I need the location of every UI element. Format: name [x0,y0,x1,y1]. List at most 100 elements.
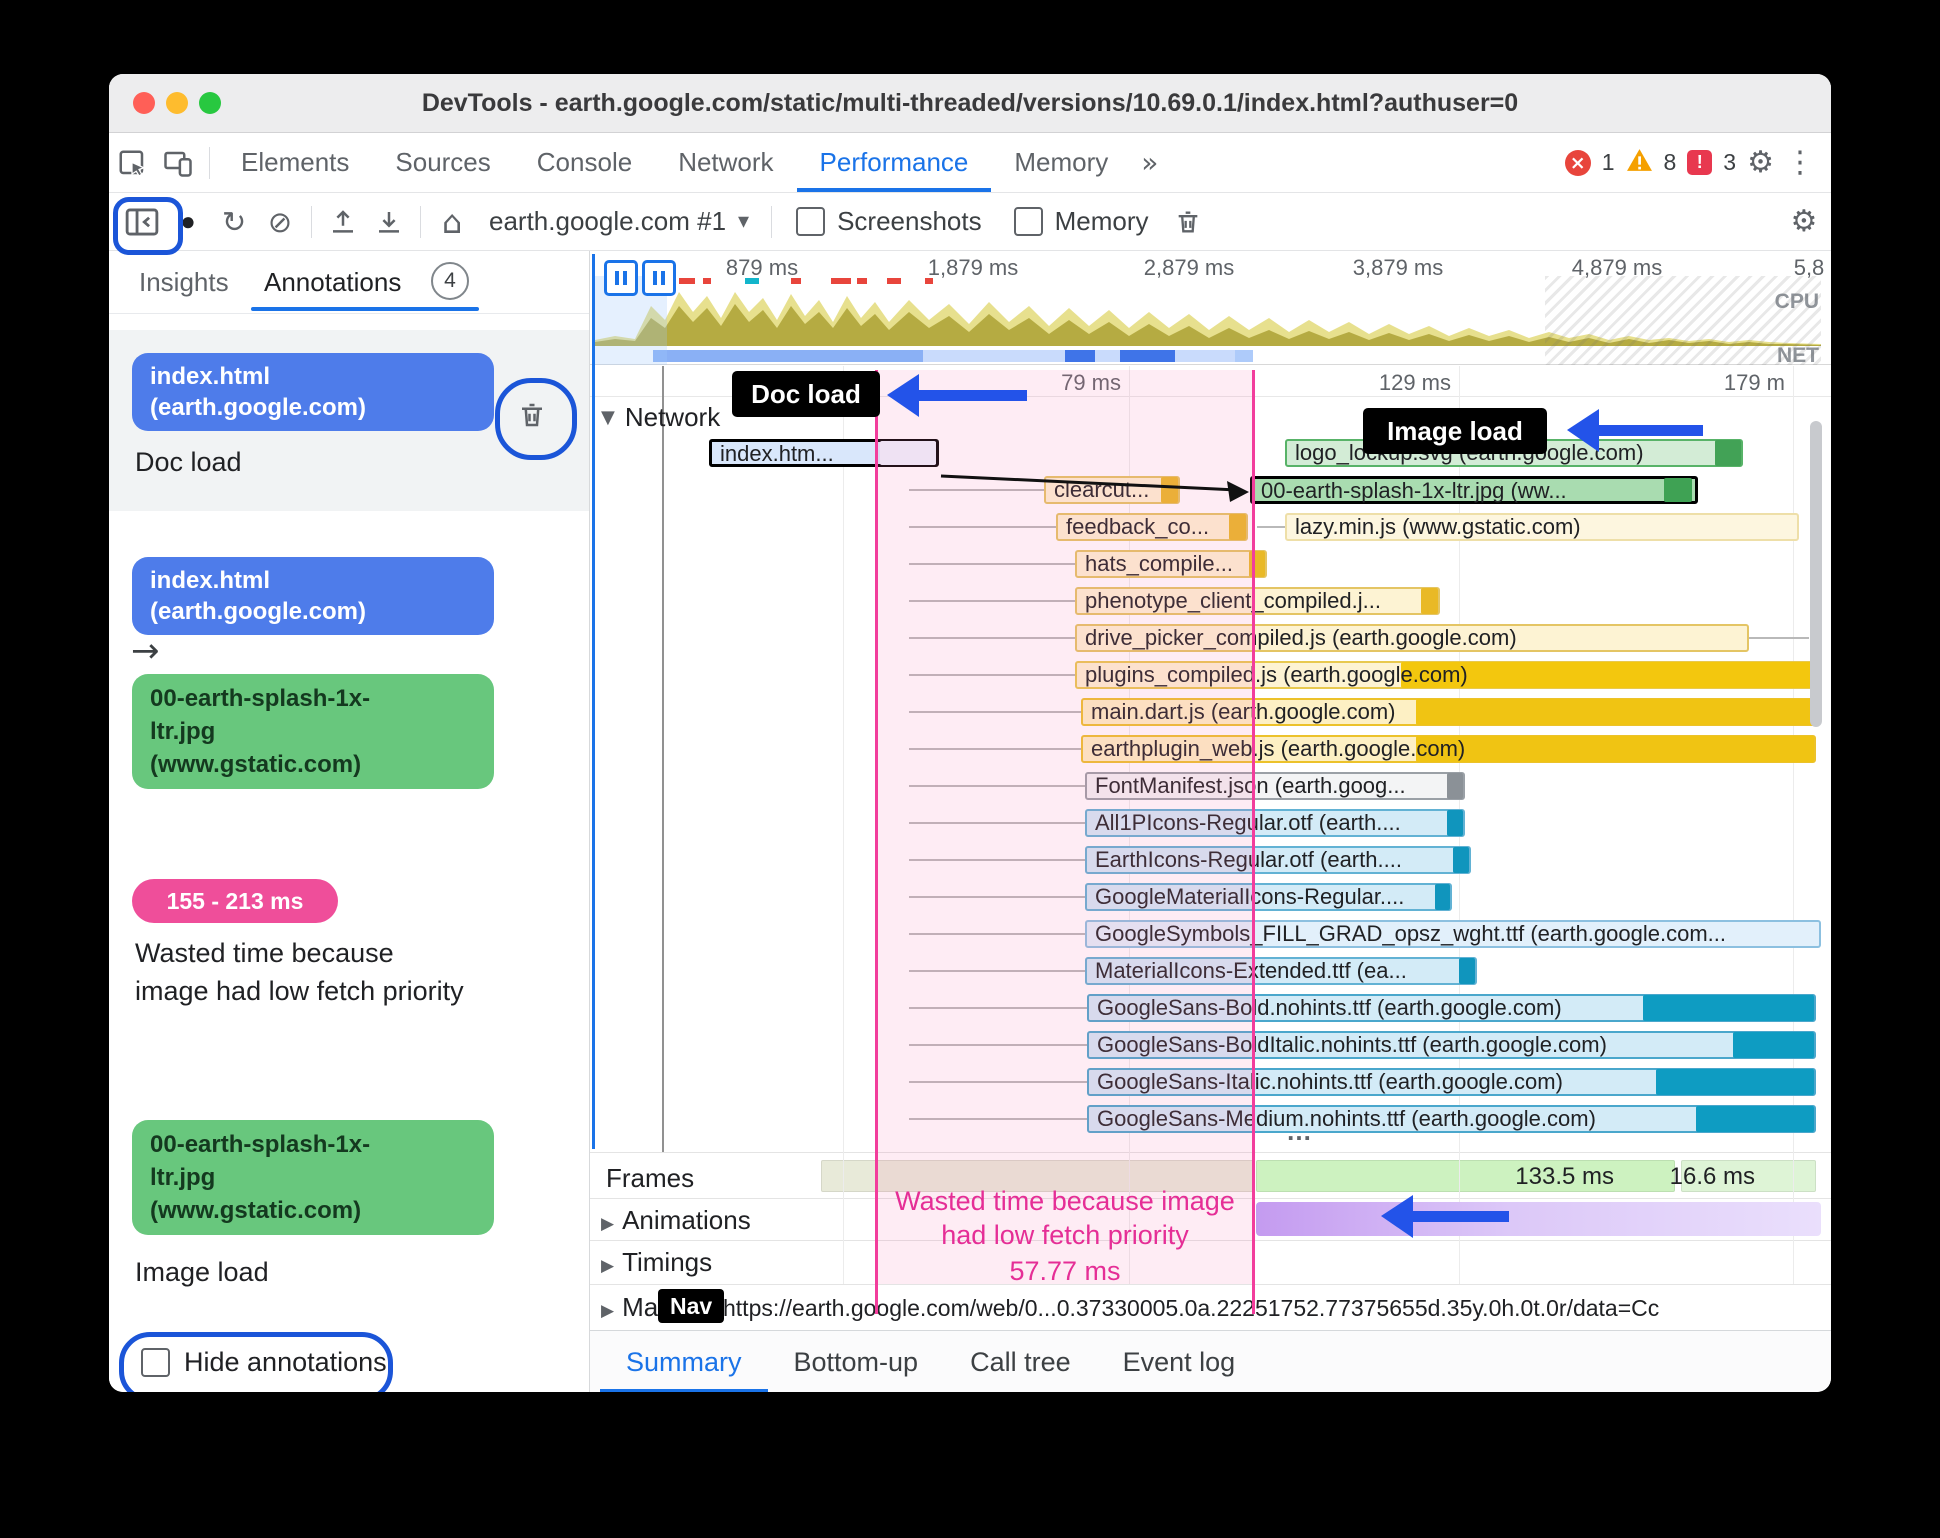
tab-elements[interactable]: Elements [218,133,372,192]
tab-annotations[interactable]: Annotations [264,267,401,298]
screenshots-label: Screenshots [837,206,982,236]
network-request-bar[interactable]: GoogleSans-Italic.nohints.ttf (earth.goo… [1087,1068,1816,1096]
bottom-tab-summary[interactable]: Summary [600,1331,768,1392]
network-request-bar[interactable]: GoogleMaterialIcons-Regular.... [1085,883,1452,911]
device-toolbar-icon[interactable] [155,141,201,185]
overview-error-marks [679,278,933,284]
nav-badge: Nav [658,1289,725,1323]
settings-gear-icon[interactable]: ⚙ [1747,145,1774,180]
network-request-bar[interactable]: 00-earth-splash-1x-ltr.jpg (ww... [1250,476,1698,504]
network-request-bar[interactable]: GoogleSans-Medium.nohints.ttf (earth.goo… [1087,1105,1816,1133]
overview-pause-marker-2[interactable] [642,260,676,296]
expand-icon[interactable]: ▶ [601,1214,614,1234]
annotation-chip-index-html[interactable]: index.html (earth.google.com) [132,353,494,431]
kebab-menu-icon[interactable]: ⋮ [1785,145,1815,180]
delete-annotation-button[interactable] [511,394,553,436]
frames-track-label[interactable]: Frames [606,1163,694,1194]
network-request-bar[interactable]: hats_compile... [1075,550,1267,578]
annotation-label-image-load[interactable]: Image load [135,1257,269,1288]
network-request-bar[interactable]: earthplugin_web.js (earth.google.com) [1081,735,1816,763]
network-overflow-dots[interactable]: … [1259,1116,1339,1147]
request-label: feedback_co... [1066,515,1210,539]
annotation-chip-splash-image[interactable]: 00-earth-splash-1x- ltr.jpg (www.gstatic… [132,1120,494,1235]
image-load-callout[interactable]: Image load [1363,408,1547,454]
network-request-bar[interactable]: MaterialIcons-Extended.ttf (ea... [1085,957,1477,985]
network-request-bar[interactable]: drive_picker_compiled.js (earth.google.c… [1075,624,1749,652]
bottom-tab-bottom-up[interactable]: Bottom-up [768,1331,945,1392]
overview-pause-marker-1[interactable] [604,260,638,296]
warning-icon[interactable] [1626,148,1653,178]
request-label: GoogleSans-Medium.nohints.ttf (earth.goo… [1097,1107,1596,1131]
inspect-element-icon[interactable] [109,141,155,185]
animations-label-text: Animations [622,1205,751,1235]
bottom-tabbar: Summary Bottom-up Call tree Event log [590,1330,1831,1392]
expand-icon[interactable]: ▶ [601,1301,614,1321]
capture-settings-gear-icon[interactable]: ⚙ [1781,199,1827,245]
bottom-tab-call-tree[interactable]: Call tree [944,1331,1097,1392]
request-label: earthplugin_web.js (earth.google.com) [1091,737,1466,761]
annotation-label-doc-load[interactable]: Doc load [135,447,242,478]
issues-icon[interactable]: ! [1687,150,1713,175]
timings-label-text: Timings [622,1247,713,1277]
network-request-bar[interactable]: index.htm... [709,439,939,467]
record-button[interactable]: ● [165,199,211,245]
memory-checkbox-row[interactable]: Memory [1013,206,1149,237]
load-profile-icon[interactable] [320,199,366,245]
request-whisker [1257,526,1285,528]
frame-bar[interactable]: 133.5 ms [1256,1160,1675,1192]
doc-load-callout[interactable]: Doc load [732,371,880,417]
annotation-chip-link-from[interactable]: index.html (earth.google.com) [132,557,494,635]
annotation-chip-link-to[interactable]: 00-earth-splash-1x- ltr.jpg (www.gstatic… [132,674,494,789]
annotation-label-wasted-time[interactable]: Wasted time because image had low fetch … [135,934,465,1010]
toggle-sidebar-icon[interactable] [119,199,165,245]
collect-garbage-icon[interactable] [1165,199,1211,245]
network-request-bar[interactable]: plugins_compiled.js (earth.google.com) [1075,661,1816,689]
tab-console[interactable]: Console [514,133,655,192]
request-label: plugins_compiled.js (earth.google.com) [1085,663,1468,687]
network-request-bar[interactable]: GoogleSans-Bold.nohints.ttf (earth.googl… [1087,994,1816,1022]
expand-icon[interactable]: ▶ [601,1256,614,1276]
more-tabs-icon[interactable]: » [1131,146,1168,179]
network-request-bar[interactable]: clearcut... [1044,476,1180,504]
divider [209,146,210,179]
memory-checkbox[interactable] [1013,207,1043,236]
tab-performance[interactable]: Performance [797,133,992,192]
screen: DevTools - earth.google.com/static/multi… [0,0,1940,1538]
reload-and-record-button[interactable]: ↻ [211,199,257,245]
network-request-bar[interactable]: lazy.min.js (www.gstatic.com) [1285,513,1799,541]
main-track-label[interactable]: ▶ Ma [601,1292,658,1323]
request-label: GoogleSans-Italic.nohints.ttf (earth.goo… [1097,1070,1563,1094]
animations-bar[interactable] [1256,1202,1821,1236]
screenshots-checkbox-row[interactable]: Screenshots [796,206,982,237]
network-request-bar[interactable]: main.dart.js (earth.google.com) [1081,698,1816,726]
hide-annotations-checkbox[interactable] [141,1348,170,1377]
window-titlebar: DevTools - earth.google.com/static/multi… [109,74,1831,133]
network-request-bar[interactable]: feedback_co... [1056,513,1248,541]
bottom-tab-event-log[interactable]: Event log [1097,1331,1262,1392]
history-select[interactable]: earth.google.com #1 ▾ [489,206,749,237]
tab-memory[interactable]: Memory [991,133,1131,192]
animations-track-label[interactable]: ▶ Animations [601,1205,751,1236]
error-icon[interactable]: × [1564,149,1591,176]
network-request-bar[interactable]: FontManifest.json (earth.goog... [1085,772,1465,800]
network-request-bar[interactable]: phenotype_client_compiled.j... [1075,587,1440,615]
screenshots-checkbox[interactable] [796,207,826,236]
network-request-bar[interactable]: All1PIcons-Regular.otf (earth.... [1085,809,1465,837]
tab-network[interactable]: Network [655,133,796,192]
vertical-scrollbar[interactable] [1810,421,1822,727]
frame-bar[interactable]: 16.6 ms [1670,1160,1816,1192]
network-request-bar[interactable]: GoogleSymbols_FILL_GRAD_opsz_wght.ttf (e… [1085,920,1821,948]
network-request-bar[interactable]: GoogleSans-BoldItalic.nohints.ttf (earth… [1087,1031,1816,1059]
network-request-bar[interactable]: EarthIcons-Regular.otf (earth.... [1085,846,1471,874]
tab-sources[interactable]: Sources [372,133,513,192]
save-profile-icon[interactable] [366,199,412,245]
clear-button[interactable]: ⊘ [257,199,303,245]
network-track: index.htm...logo_lockup.svg (earth.googl… [590,396,1831,1152]
request-whisker [909,637,1075,639]
live-metrics-home-icon[interactable]: ⌂ [429,199,475,245]
tab-insights[interactable]: Insights [139,267,229,298]
timings-track-label[interactable]: ▶ Timings [601,1247,712,1278]
hide-annotations-row[interactable]: Hide annotations [141,1347,387,1378]
annotation-chip-time-range[interactable]: 155 - 213 ms [132,879,338,923]
request-whisker [909,1081,1087,1083]
